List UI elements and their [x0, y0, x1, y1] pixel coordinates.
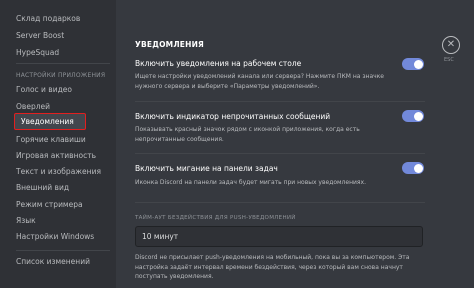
section-divider [135, 202, 425, 203]
sidebar-item-windows-settings[interactable]: Настройки Windows [16, 232, 94, 242]
close-icon[interactable]: ✕ [442, 36, 460, 54]
sidebar-item-notifications[interactable]: Уведомления [14, 113, 86, 130]
toggle-desktop-notifications[interactable] [402, 58, 424, 70]
afk-timeout-header: ТАЙМ-АУТ БЕЗДЕЙСТВИЯ ДЛЯ PUSH-УВЕДОМЛЕНИ… [135, 215, 296, 221]
sidebar-item-changelog[interactable]: Список изменений [16, 257, 90, 267]
sidebar-item-game-activity[interactable]: Игровая активность [16, 151, 96, 161]
close-settings[interactable]: ✕ ESC [437, 36, 467, 76]
setting-title-taskbar-flashing: Включить мигание на панели задач [135, 164, 278, 173]
toggle-taskbar-flashing[interactable] [402, 162, 424, 174]
afk-timeout-description: Discord не присылает push-уведомления на… [135, 254, 410, 280]
setting-description: Показывать красный значок рядом с иконко… [135, 126, 360, 143]
sidebar-item-language[interactable]: Язык [16, 216, 36, 226]
sidebar-item-server-boost[interactable]: Server Boost [16, 31, 64, 41]
toggle-knob [413, 111, 423, 121]
sidebar-item-streamer-mode[interactable]: Режим стримера [16, 200, 83, 210]
afk-timeout-select[interactable]: 10 минут [135, 226, 423, 247]
toggle-knob [413, 163, 423, 173]
afk-timeout-value: 10 минут [142, 232, 179, 241]
page-title: УВЕДОМЛЕНИЯ [135, 40, 205, 49]
setting-title-desktop-notifications: Включить уведомления на рабочем столе [135, 59, 302, 68]
sidebar-section-header: НАСТРОЙКИ ПРИЛОЖЕНИЯ [16, 72, 106, 79]
sidebar-item-hypesquad[interactable]: HypeSquad [16, 48, 59, 58]
section-divider [135, 153, 425, 154]
sidebar-item-appearance[interactable]: Внешний вид [16, 183, 69, 193]
notifications-panel: УВЕДОМЛЕНИЯ Включить уведомления на рабо… [116, 0, 474, 288]
setting-description: Ищете настройки уведомлений канала или с… [135, 73, 384, 90]
sidebar-divider [16, 250, 110, 251]
settings-sidebar: Склад подарков Server Boost HypeSquad НА… [0, 0, 116, 288]
sidebar-item-overlay[interactable]: Оверлей [16, 102, 50, 112]
sidebar-item-label: Уведомления [21, 117, 74, 126]
sidebar-item-keybinds[interactable]: Горячие клавиши [16, 135, 86, 145]
setting-title-unread-badge: Включить индикатор непрочитанных сообщен… [135, 112, 331, 121]
toggle-unread-badge[interactable] [402, 110, 424, 122]
sidebar-item-text-images[interactable]: Текст и изображения [16, 167, 101, 177]
sidebar-divider [16, 63, 110, 64]
toggle-knob [413, 59, 423, 69]
setting-description: Иконка Discord на панели задач будет миг… [135, 179, 366, 186]
sidebar-item-voice-video[interactable]: Голос и видео [16, 85, 72, 95]
esc-label: ESC [444, 57, 454, 63]
section-divider [135, 101, 425, 102]
sidebar-item-gift-inventory[interactable]: Склад подарков [16, 14, 80, 24]
